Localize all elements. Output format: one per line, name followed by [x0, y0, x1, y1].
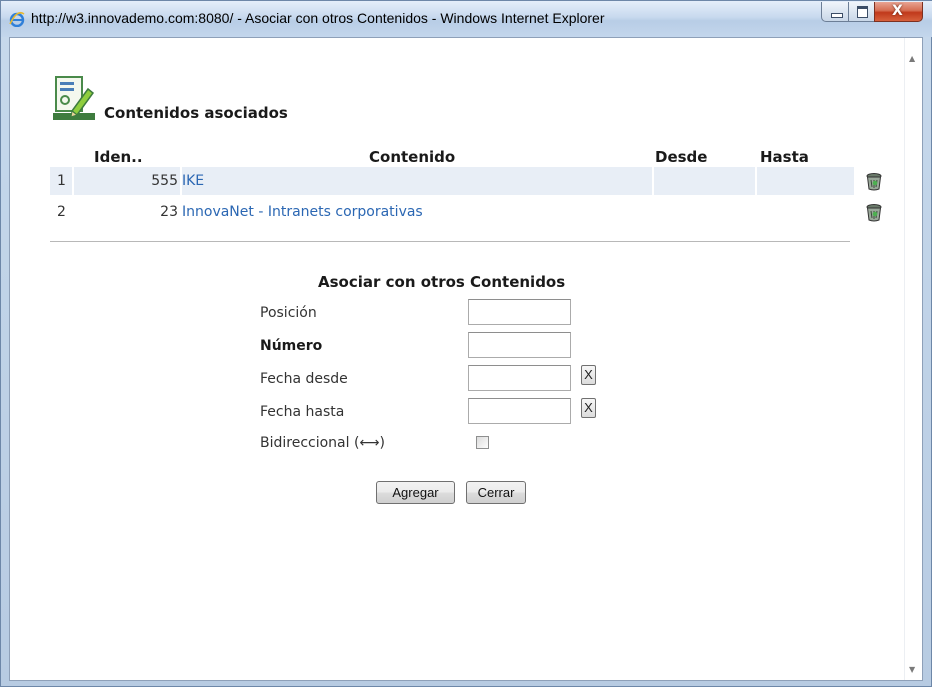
clear-fecha-hasta-button[interactable]: X — [581, 398, 596, 418]
minimize-icon — [831, 13, 843, 18]
document-edit-icon — [53, 76, 95, 120]
bidireccional-checkbox[interactable] — [476, 436, 489, 449]
page-content: Contenidos asociados Iden.. Contenido De… — [9, 37, 923, 681]
clear-fecha-desde-button[interactable]: X — [581, 365, 596, 385]
table-row[interactable]: 1 555 IKE — [50, 167, 898, 195]
divider — [50, 241, 850, 242]
row-position: 2 — [57, 204, 66, 220]
row-hasta — [757, 167, 854, 195]
form-title: Asociar con otros Contenidos — [318, 273, 566, 291]
scroll-down-icon[interactable]: ▼ — [909, 665, 915, 674]
browser-window: http://w3.innovademo.com:8080/ - Asociar… — [0, 0, 932, 687]
fecha-hasta-label: Fecha hasta — [260, 404, 345, 420]
maximize-button[interactable] — [848, 2, 875, 22]
numero-input[interactable] — [468, 332, 571, 358]
fecha-hasta-input[interactable] — [468, 398, 571, 424]
column-header-desde[interactable]: Desde — [655, 148, 707, 166]
column-header-hasta[interactable]: Hasta — [760, 148, 809, 166]
numero-label: Número — [260, 338, 323, 354]
maximize-icon — [857, 6, 868, 18]
row-id: 23 — [160, 204, 178, 220]
scroll-up-icon[interactable]: ▲ — [909, 54, 915, 63]
trash-icon[interactable] — [865, 203, 883, 222]
close-icon: X — [892, 3, 903, 19]
trash-icon[interactable] — [865, 172, 883, 191]
row-hasta — [757, 198, 854, 226]
title-bar[interactable]: http://w3.innovademo.com:8080/ - Asociar… — [1, 1, 932, 37]
column-header-iden[interactable]: Iden.. — [94, 148, 143, 166]
content-link[interactable]: IKE — [182, 167, 652, 195]
row-position: 1 — [50, 167, 72, 195]
row-desde — [654, 198, 755, 226]
posicion-label: Posición — [260, 305, 317, 321]
window-title: http://w3.innovademo.com:8080/ - Asociar… — [31, 10, 605, 26]
section-title: Contenidos asociados — [104, 104, 288, 122]
content-link[interactable]: InnovaNet - Intranets corporativas — [182, 198, 652, 226]
cerrar-button[interactable]: Cerrar — [466, 481, 526, 504]
minimize-button[interactable] — [821, 2, 849, 22]
column-header-contenido[interactable]: Contenido — [369, 148, 455, 166]
internet-explorer-icon — [9, 11, 25, 27]
posicion-input[interactable] — [468, 299, 571, 325]
fecha-desde-label: Fecha desde — [260, 371, 348, 387]
row-desde — [654, 167, 755, 195]
fecha-desde-input[interactable] — [468, 365, 571, 391]
row-id: 555 — [74, 167, 180, 195]
close-window-button[interactable]: X — [874, 2, 923, 22]
table-row[interactable]: 2 23 InnovaNet - Intranets corporativas — [50, 198, 898, 226]
vertical-scrollbar[interactable]: ▲ ▼ — [904, 38, 922, 680]
bidireccional-label: Bidireccional (⟷) — [260, 435, 385, 451]
agregar-button[interactable]: Agregar — [376, 481, 455, 504]
